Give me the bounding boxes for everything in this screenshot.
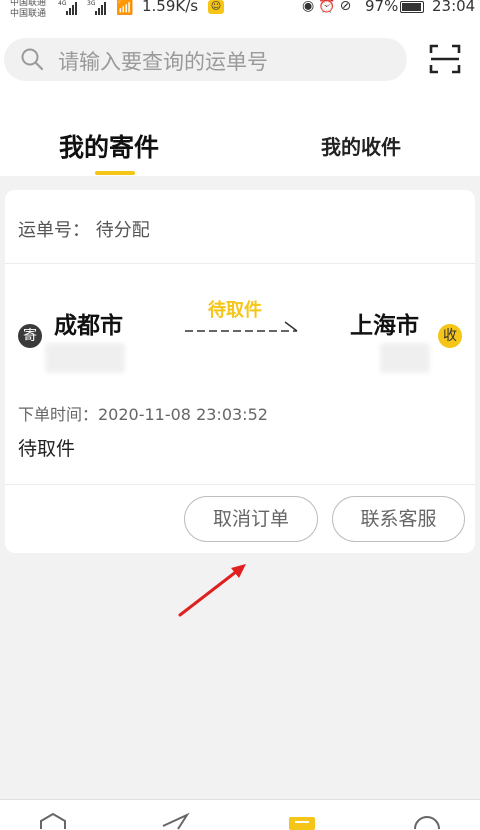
status-bar: 中国联通 中国联通 4G 3G 📶 1.59K/s ☺ ◉⏰⊘ 97% 23:0…: [0, 0, 480, 22]
send-badge: 寄: [18, 324, 42, 348]
divider: [5, 263, 475, 264]
search-icon: [21, 48, 44, 71]
order-card[interactable]: 运单号： 待分配 寄 成都市 待取件 上海市 收 下单时间：2020-11-08…: [5, 190, 475, 553]
bell-off-icon: ⊘: [339, 0, 356, 14]
search-input[interactable]: 请输入要查询的运单号: [4, 38, 407, 81]
status-icons: ◉⏰⊘: [302, 0, 355, 14]
divider: [5, 484, 475, 485]
battery-percent: 97%: [365, 0, 399, 15]
tracking-number: 运单号： 待分配: [18, 220, 150, 241]
order-time: 下单时间：2020-11-08 23:03:52: [18, 405, 268, 424]
active-tab-indicator: [95, 171, 135, 175]
origin-city: 成都市: [54, 313, 123, 339]
annotation-arrow-icon: [178, 564, 246, 617]
carrier-labels: 中国联通 中国联通: [10, 0, 46, 20]
destination-city: 上海市: [350, 313, 419, 339]
signal-icon: 4G: [58, 0, 80, 15]
carrier-1: 中国联通: [10, 0, 47, 8]
route-arrow-icon: [185, 321, 298, 332]
scan-icon[interactable]: [428, 42, 462, 76]
receive-badge: 收: [438, 324, 462, 348]
signal-icon-2: 3G: [87, 0, 109, 15]
app-notification-icon: ☺: [208, 0, 224, 14]
chat-icon[interactable]: [412, 812, 442, 830]
eye-icon: ◉: [302, 0, 319, 14]
send-icon[interactable]: [160, 812, 190, 830]
tab-my-sent[interactable]: 我的寄件: [59, 128, 159, 164]
wifi-icon: 📶: [116, 0, 134, 16]
order-status: 待取件: [18, 438, 76, 460]
route-status: 待取件: [208, 300, 262, 321]
alarm-icon: ⏰: [318, 0, 340, 14]
carrier-2: 中国联通: [10, 9, 47, 19]
clock: 23:04: [432, 0, 476, 15]
sender-name-redacted: [45, 343, 125, 373]
cancel-order-button[interactable]: 取消订单: [184, 496, 318, 542]
battery-icon: [400, 1, 424, 13]
recipient-name-redacted: [380, 343, 430, 373]
bottom-nav: [0, 799, 480, 830]
home-icon[interactable]: [38, 812, 68, 830]
contact-support-button[interactable]: 联系客服: [332, 496, 465, 542]
network-speed: 1.59K/s: [142, 0, 199, 15]
tab-my-received[interactable]: 我的收件: [321, 131, 401, 160]
search-placeholder: 请输入要查询的运单号: [58, 50, 268, 74]
orders-icon[interactable]: [287, 812, 317, 830]
